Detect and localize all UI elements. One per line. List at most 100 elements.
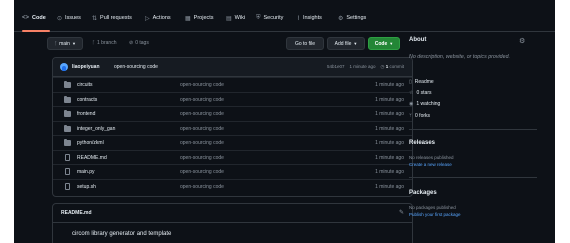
- tab-issues-label: Issues: [65, 15, 81, 21]
- watchers-link[interactable]: ◉ 1 watching: [409, 101, 440, 107]
- tab-projects-label: Projects: [193, 15, 214, 21]
- tab-security[interactable]: ⛨ Security: [256, 12, 283, 24]
- file-name[interactable]: contracts: [77, 97, 97, 103]
- file-commit-age: 1 minute ago: [375, 82, 404, 88]
- divider: [53, 222, 412, 223]
- avatar[interactable]: [60, 63, 68, 71]
- releases-heading[interactable]: Releases: [409, 140, 435, 146]
- chevron-down-icon: ▼: [353, 41, 358, 46]
- file-name[interactable]: README.md: [77, 155, 107, 161]
- file-commit-message[interactable]: open-sourcing code: [180, 82, 224, 88]
- file-name[interactable]: python/zkml: [77, 140, 104, 146]
- file-row[interactable]: contracts open-sourcing code 1 minute ago: [53, 91, 412, 107]
- file-commit-message[interactable]: open-sourcing code: [180, 126, 224, 132]
- file-row[interactable]: integer_only_gan open-sourcing code 1 minu…: [53, 120, 412, 136]
- tab-issues[interactable]: ⊙ Issues: [57, 12, 81, 24]
- folder-icon: [64, 95, 71, 103]
- file-row[interactable]: setup.sh open-sourcing code 1 minute ago: [53, 178, 412, 194]
- star-icon: ☆: [409, 90, 414, 96]
- divider: [409, 177, 537, 178]
- tags-link[interactable]: ⊘ 0 tags: [129, 40, 149, 46]
- commit-message[interactable]: open-sourcing code: [114, 64, 158, 70]
- commit-meta: 54b1e07 1 minute ago ◷ 1 commit: [327, 64, 404, 70]
- file-row[interactable]: main.py open-sourcing code 1 minute ago: [53, 164, 412, 179]
- tags-count: 0 tags: [135, 40, 149, 46]
- repo-nav: <> Code ⊙ Issues ⇅ Pull requests ▷ Actio…: [14, 0, 555, 32]
- about-description: No description, website, or topics provi…: [409, 54, 510, 60]
- file-row[interactable]: README.md open-sourcing code 1 minute ago: [53, 149, 412, 165]
- chevron-down-icon: ▼: [389, 41, 394, 46]
- file-commit-message[interactable]: open-sourcing code: [180, 184, 224, 190]
- graph-icon: ⌇: [297, 15, 300, 22]
- add-file-button[interactable]: Add file ▼: [327, 37, 365, 50]
- file-commit-age: 1 minute ago: [375, 125, 404, 132]
- tab-wiki-label: Wiki: [234, 15, 246, 21]
- file-commit-age: 1 minute ago: [375, 169, 404, 175]
- file-commit-message[interactable]: open-sourcing code: [180, 155, 224, 161]
- packages-heading[interactable]: Packages: [409, 190, 437, 196]
- folder-icon: [64, 110, 71, 117]
- file-browser: liaopeiyuan open-sourcing code 54b1e07 1…: [52, 57, 413, 197]
- file-commit-message[interactable]: open-sourcing code: [180, 169, 224, 175]
- file-name[interactable]: circuits: [77, 82, 93, 88]
- folder-icon: [64, 139, 71, 146]
- shield-icon: ⛨: [256, 14, 261, 21]
- tab-projects[interactable]: ▦ Projects: [185, 12, 214, 24]
- branch-selector[interactable]: ᚴ main ▼: [47, 37, 83, 50]
- file-name[interactable]: setup.sh: [77, 184, 96, 190]
- gear-icon[interactable]: ⚙: [519, 37, 525, 45]
- create-release-link[interactable]: Create a new release: [409, 162, 452, 167]
- file-name[interactable]: main.py: [77, 169, 95, 175]
- readme-link-label: Readme: [414, 79, 434, 85]
- folder-icon: [64, 81, 71, 88]
- code-button[interactable]: Code ▼: [368, 37, 400, 50]
- history-icon: ◷: [380, 64, 385, 69]
- gear-icon: ⚙: [338, 15, 344, 22]
- tag-icon: ⊘: [129, 40, 134, 46]
- tab-actions[interactable]: ▷ Actions: [145, 12, 171, 24]
- file-row[interactable]: python/zkml open-sourcing code 1 minute ag…: [53, 135, 412, 150]
- stars-link[interactable]: ☆ 0 stars: [409, 90, 432, 96]
- divider: [409, 129, 537, 130]
- tab-insights[interactable]: ⌇ Insights: [297, 12, 322, 24]
- pencil-icon[interactable]: ✎: [399, 209, 404, 216]
- tab-wiki[interactable]: ▤ Wiki: [226, 12, 245, 24]
- file-commit-message[interactable]: open-sourcing code: [180, 140, 224, 146]
- repository-page: <> Code ⊙ Issues ⇅ Pull requests ▷ Actio…: [14, 0, 555, 243]
- go-to-file-button[interactable]: Go to file: [286, 37, 324, 50]
- fork-icon: ᛘ: [409, 113, 413, 119]
- no-releases-text: No releases published: [409, 155, 454, 160]
- branches-count: 1 branch: [97, 40, 117, 46]
- no-packages-text: No packages published: [409, 205, 456, 210]
- file-commit-message[interactable]: open-sourcing code: [180, 111, 224, 117]
- file-commit-message[interactable]: open-sourcing code: [180, 97, 224, 103]
- file-name[interactable]: integer_only_gan: [77, 126, 115, 132]
- publish-package-link[interactable]: Publish your first package: [409, 212, 461, 217]
- tab-code-label: Code: [32, 15, 46, 21]
- folder-icon: [64, 124, 71, 132]
- file-row[interactable]: circuits open-sourcing code 1 minute ago: [53, 77, 412, 92]
- eye-icon: ◉: [409, 101, 414, 107]
- go-to-file-label: Go to file: [294, 40, 315, 47]
- branches-link[interactable]: ᚴ 1 branch: [92, 40, 116, 46]
- commit-hash[interactable]: 54b1e07: [327, 64, 345, 70]
- file-row[interactable]: frontend open-sourcing code 1 minute ago: [53, 106, 412, 121]
- tab-pull-requests[interactable]: ⇅ Pull requests: [92, 12, 132, 24]
- file-name[interactable]: frontend: [77, 111, 95, 117]
- tab-insights-label: Insights: [302, 15, 322, 21]
- commit-author[interactable]: liaopeiyuan: [72, 64, 100, 70]
- book-icon: ▯: [409, 79, 412, 85]
- branch-name: main: [59, 40, 70, 47]
- tab-settings[interactable]: ⚙ Settings: [338, 12, 366, 24]
- tab-security-label: Security: [263, 15, 284, 21]
- pull-request-icon: ⇅: [92, 15, 98, 22]
- readme-title[interactable]: README.md: [61, 210, 92, 216]
- tab-code[interactable]: <> Code: [22, 12, 46, 24]
- commits-link[interactable]: ◷ 1 commit: [381, 64, 404, 70]
- forks-link[interactable]: ᛘ 0 forks: [409, 113, 430, 119]
- file-icon: [65, 153, 70, 161]
- readme-content: circom library generator and template: [72, 231, 172, 237]
- code-icon: <>: [22, 15, 30, 21]
- actions-icon: ▷: [145, 15, 150, 22]
- readme-link[interactable]: ▯ Readme: [409, 79, 434, 85]
